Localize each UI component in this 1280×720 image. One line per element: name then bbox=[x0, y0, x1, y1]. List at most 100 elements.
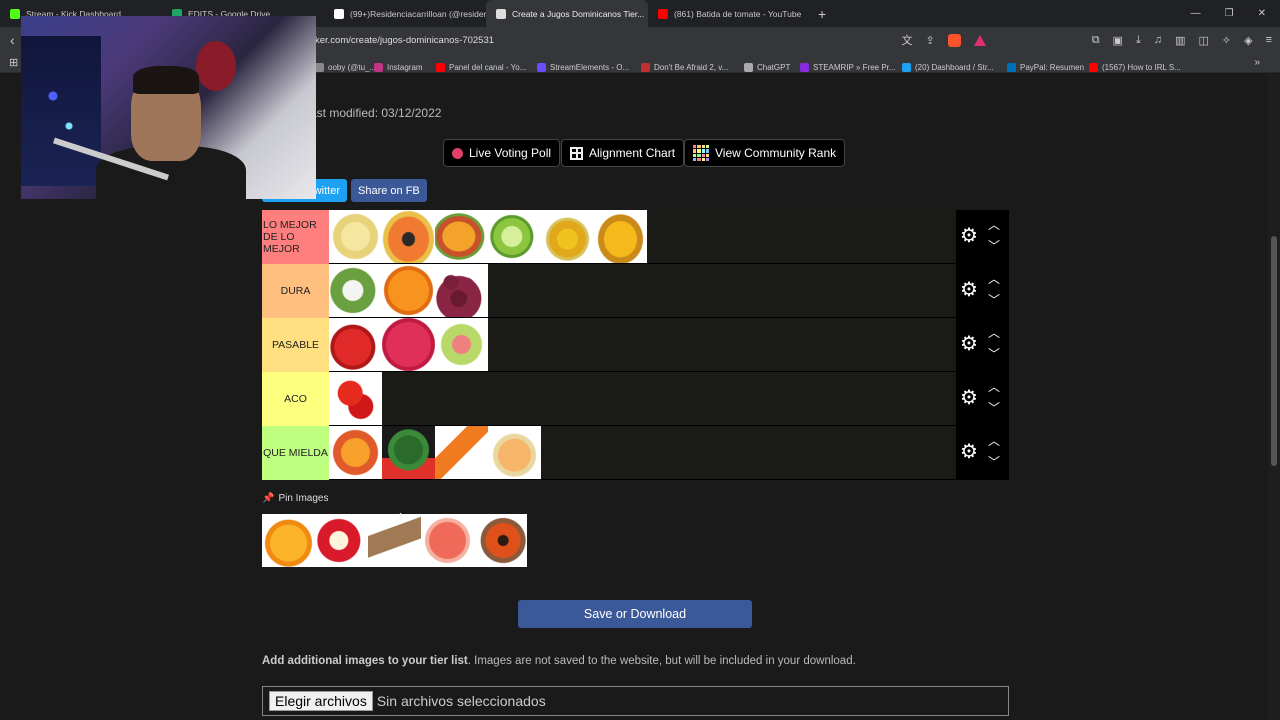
tab-search-icon[interactable]: ▣ bbox=[1113, 34, 1123, 47]
community-rank-button[interactable]: View Community Rank bbox=[684, 139, 846, 167]
apps-icon[interactable]: ⊞ bbox=[9, 56, 18, 69]
menu-icon[interactable]: ≡ bbox=[1266, 34, 1272, 46]
chevron-down-icon[interactable]: ﹀ bbox=[988, 345, 1000, 362]
chevron-down-icon[interactable]: ﹀ bbox=[988, 399, 1000, 416]
chevron-up-icon[interactable]: ︿ bbox=[988, 378, 1000, 395]
chevron-down-icon[interactable]: ﹀ bbox=[988, 237, 1000, 254]
cantaloupe-image[interactable] bbox=[488, 426, 541, 479]
browser-tab[interactable]: (861) Batida de tomate - YouTube bbox=[648, 0, 810, 27]
mango-image[interactable] bbox=[435, 210, 488, 263]
passion-fruit-image[interactable] bbox=[541, 210, 594, 263]
strawberry-image[interactable] bbox=[329, 318, 382, 371]
minimize-icon[interactable]: — bbox=[1191, 8, 1201, 19]
choose-files-button[interactable]: Elegir archivos bbox=[269, 691, 373, 711]
chevron-down-icon[interactable]: ﹀ bbox=[988, 453, 1000, 470]
gear-icon[interactable]: ⚙ bbox=[960, 280, 980, 300]
scrollbar-thumb[interactable] bbox=[1271, 236, 1277, 466]
share-facebook-button[interactable]: Share on FB bbox=[351, 179, 427, 202]
peach-image[interactable] bbox=[329, 426, 382, 479]
guava-image[interactable] bbox=[435, 318, 488, 371]
soursop-image[interactable] bbox=[329, 264, 382, 317]
chevron-up-icon[interactable]: ︿ bbox=[988, 216, 1000, 233]
chevron-down-icon[interactable]: ﹀ bbox=[988, 291, 1000, 308]
tier-label[interactable]: ACO bbox=[262, 372, 329, 426]
bookmark-item[interactable]: (20) Dashboard / Str... bbox=[902, 62, 994, 72]
alignment-chart-label: Alignment Chart bbox=[589, 146, 676, 160]
address-bar[interactable]: ker.com/create/jugos-dominicanos-702531 bbox=[315, 35, 494, 46]
wallet-icon[interactable]: ◫ bbox=[1198, 34, 1208, 47]
extensions-icon[interactable]: ⧉ bbox=[1092, 34, 1100, 47]
bookmark-favicon-icon bbox=[902, 62, 911, 72]
browser-tab[interactable]: Create a Jugos Dominicanos Tier...✕ bbox=[486, 0, 648, 27]
bookmark-label: Instagram bbox=[387, 62, 423, 72]
bookmark-item[interactable]: Don't Be Afraid 2, v... bbox=[641, 62, 729, 72]
media-icon[interactable]: ♫ bbox=[1154, 34, 1162, 46]
bookmark-label: Don't Be Afraid 2, v... bbox=[654, 62, 729, 72]
pineapple-image[interactable] bbox=[594, 210, 647, 263]
bookmark-favicon-icon bbox=[744, 62, 753, 72]
bookmark-item[interactable]: ChatGPT bbox=[744, 62, 790, 72]
brave-rewards-icon[interactable] bbox=[973, 34, 986, 46]
acerola-image[interactable] bbox=[329, 372, 382, 425]
vpn-icon[interactable]: ◈ bbox=[1244, 34, 1252, 47]
apple-image[interactable] bbox=[315, 514, 368, 567]
tier-items[interactable] bbox=[329, 318, 956, 371]
mandarin-image[interactable] bbox=[382, 264, 435, 317]
papaya-image[interactable] bbox=[382, 210, 435, 263]
bookmark-item[interactable]: (1567) How to IRL S... bbox=[1089, 62, 1181, 72]
tier-label[interactable]: PASABLE bbox=[262, 318, 329, 372]
leo-icon[interactable]: ✧ bbox=[1222, 34, 1231, 47]
bookmark-item[interactable]: Panel del canal - Yo... bbox=[436, 62, 526, 72]
gear-icon[interactable]: ⚙ bbox=[960, 226, 980, 246]
live-voting-poll-button[interactable]: Live Voting Poll bbox=[443, 139, 561, 167]
maximize-icon[interactable]: ❐ bbox=[1225, 8, 1234, 19]
gear-icon[interactable]: ⚙ bbox=[960, 388, 980, 408]
last-modified: ast modified: 03/12/2022 bbox=[310, 106, 442, 120]
bookmark-item[interactable]: STEAMRIP » Free Pr... bbox=[800, 62, 896, 72]
chevron-up-icon[interactable]: ︿ bbox=[988, 270, 1000, 287]
brave-shields-icon[interactable] bbox=[947, 33, 961, 47]
sidebar-icon[interactable]: ▥ bbox=[1175, 34, 1185, 47]
bookmark-item[interactable]: ooby (@tu_... bbox=[315, 62, 377, 72]
gear-icon[interactable]: ⚙ bbox=[960, 442, 980, 462]
tier-items[interactable] bbox=[329, 426, 956, 479]
gear-icon[interactable]: ⚙ bbox=[960, 334, 980, 354]
chevron-up-icon[interactable]: ︿ bbox=[988, 324, 1000, 341]
close-window-icon[interactable]: ✕ bbox=[1258, 8, 1266, 19]
tier-label[interactable]: LO MEJOR DE LO MEJOR bbox=[262, 210, 329, 264]
orange-image[interactable] bbox=[262, 514, 315, 567]
grapefruit-image[interactable] bbox=[421, 514, 474, 567]
download-icon[interactable]: ⤓ bbox=[1136, 34, 1141, 47]
save-download-button[interactable]: Save or Download bbox=[518, 600, 752, 628]
pin-images-toggle[interactable]: 📌 Pin Images bbox=[262, 493, 328, 504]
bookmarks-overflow-icon[interactable]: » bbox=[1254, 57, 1260, 68]
tier-items[interactable] bbox=[329, 372, 956, 425]
share-icon[interactable]: ⇪ bbox=[925, 34, 934, 47]
carrot-image[interactable] bbox=[435, 426, 488, 479]
tier-label[interactable]: QUE MIELDA bbox=[262, 426, 329, 480]
lime-image[interactable] bbox=[488, 210, 541, 263]
new-tab-button[interactable]: + bbox=[818, 6, 826, 22]
file-upload-input[interactable]: Elegir archivos Sin archivos seleccionad… bbox=[262, 686, 1009, 716]
bookmark-item[interactable]: StreamElements - O... bbox=[537, 62, 629, 72]
save-download-label: Save or Download bbox=[583, 607, 687, 621]
bookmark-item[interactable]: PayPal: Resumen bbox=[1007, 62, 1084, 72]
webcam-overlay bbox=[21, 16, 316, 199]
tier-items[interactable] bbox=[329, 264, 956, 317]
scrollbar[interactable] bbox=[1268, 74, 1280, 720]
browser-tab[interactable]: (99+)Residenciacarrilloan (@residen... bbox=[324, 0, 486, 27]
tamarind-image[interactable] bbox=[368, 514, 421, 567]
bookmark-label: ooby (@tu_... bbox=[328, 62, 377, 72]
raspberry-image[interactable] bbox=[382, 318, 435, 371]
watermelon-image[interactable] bbox=[382, 426, 435, 479]
bookmark-item[interactable]: Instagram bbox=[374, 62, 423, 72]
tier-items[interactable] bbox=[329, 210, 956, 263]
banana-image[interactable] bbox=[329, 210, 382, 263]
grapes-image[interactable] bbox=[435, 264, 488, 317]
tier-label[interactable]: DURA bbox=[262, 264, 329, 318]
zapote-image[interactable] bbox=[474, 514, 527, 567]
alignment-chart-button[interactable]: Alignment Chart bbox=[561, 139, 685, 167]
kick-icon bbox=[10, 8, 20, 19]
chevron-up-icon[interactable]: ︿ bbox=[988, 432, 1000, 449]
translate-icon[interactable]: 文 bbox=[901, 32, 912, 48]
